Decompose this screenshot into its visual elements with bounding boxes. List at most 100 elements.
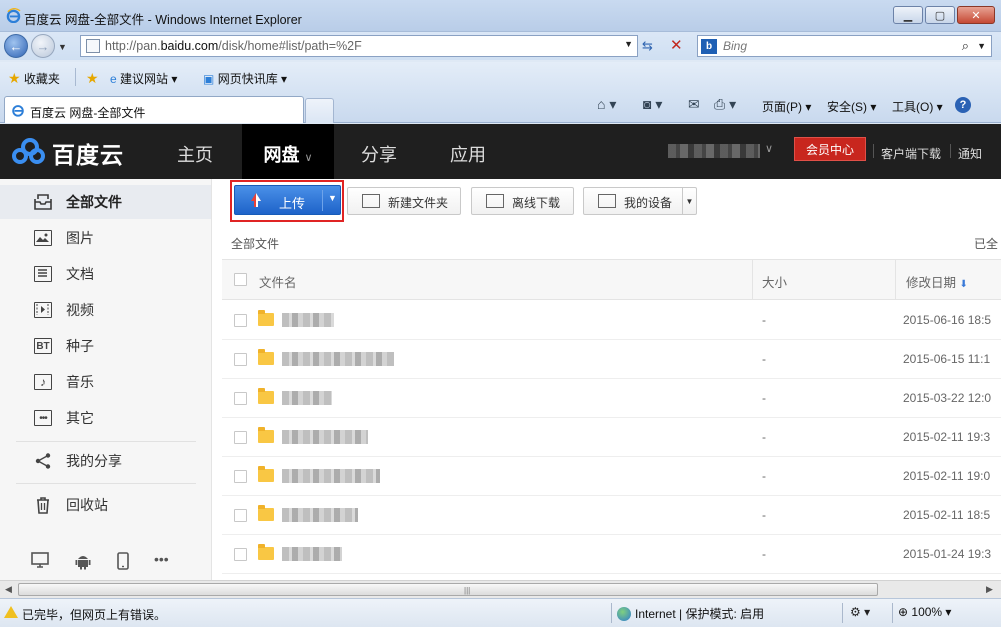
sort-desc-icon: ⬇ [959,279,968,290]
favorites-button[interactable]: ★ 收藏夹 [8,70,60,87]
user-menu-chevron-icon[interactable]: ∨ [765,142,773,155]
sidebar-item-torrents[interactable]: BT 种子 [0,329,211,363]
search-input[interactable]: b Bing ⌕ ▼ [697,35,992,57]
table-row[interactable]: - 2015-02-11 19:0 [222,457,1001,496]
sidebar-item-documents[interactable]: 文档 [0,257,211,291]
url-dropdown-icon[interactable]: ▼ [624,39,633,49]
close-window-button[interactable]: ✕ [957,6,995,24]
file-name-redacted[interactable] [282,469,380,483]
tab-baidu-pan[interactable]: 百度云 网盘-全部文件 [4,96,304,123]
row-checkbox[interactable] [234,470,247,483]
sidebar-item-other[interactable]: ••• 其它 [0,401,211,435]
file-name-redacted[interactable] [282,313,334,327]
sidebar-item-videos[interactable]: 视频 [0,293,211,327]
row-checkbox[interactable] [234,314,247,327]
maximize-button[interactable]: ▢ [925,6,955,24]
file-name-redacted[interactable] [282,391,332,405]
file-date: 2015-02-11 19:3 [903,430,991,444]
table-row[interactable]: - 2015-02-11 18:5 [222,496,1001,535]
select-all-checkbox[interactable] [234,273,247,286]
read-mail-icon[interactable]: ✉ [688,96,700,113]
my-devices-button[interactable]: 我的设备 ▼ [583,187,697,215]
safety-menu[interactable]: 安全(S) ▾ [827,98,876,115]
row-checkbox[interactable] [234,548,247,561]
cloud-logo-icon [12,138,46,168]
divider [895,260,896,299]
home-icon[interactable]: ⌂ ▾ [597,96,616,113]
row-checkbox[interactable] [234,431,247,444]
folder-icon [258,349,274,365]
breadcrumb-all-files[interactable]: 全部文件 [231,235,279,252]
file-name-redacted[interactable] [282,352,394,366]
vip-center-button[interactable]: 会员中心 [794,137,866,161]
popup-blocker-icon[interactable]: ⚙ ▾ [850,605,870,619]
warning-icon[interactable] [4,606,18,618]
sidebar-item-my-shares[interactable]: 我的分享 [0,444,211,478]
notifications-link[interactable]: 通知 [958,145,982,162]
column-header-size[interactable]: 大小 [762,272,787,291]
row-checkbox[interactable] [234,509,247,522]
print-icon[interactable]: ⎙ ▾ [714,96,736,113]
minimize-button[interactable]: ▁ [893,6,923,24]
table-row[interactable]: - 2015-06-16 18:5 [222,301,1001,340]
column-header-date[interactable]: 修改日期 ⬇ [906,272,968,291]
table-row[interactable]: - 2015-03-22 12:0 [222,379,1001,418]
new-folder-button[interactable]: 新建文件夹 [347,187,461,215]
nav-home[interactable]: 主页 [177,141,213,167]
column-header-name[interactable]: 文件名 [259,272,297,291]
table-row[interactable]: - 2015-02-11 19:3 [222,418,1001,457]
more-platforms-icon[interactable]: ••• [154,552,169,574]
file-name-redacted[interactable] [282,430,368,444]
client-download-link[interactable]: 客户端下载 [881,145,941,162]
zoom-level[interactable]: ⊕ 100% ▾ [898,605,951,619]
scroll-right-icon[interactable]: ▶ [986,584,993,595]
table-row[interactable]: - 2015-01-24 19:3 [222,535,1001,574]
scroll-left-icon[interactable]: ◀ [5,584,12,595]
security-zone[interactable]: Internet | 保护模式: 启用 [617,605,764,622]
back-button[interactable]: ← [4,34,28,58]
baidu-cloud-logo[interactable]: 百度云 [12,136,124,170]
nav-share[interactable]: 分享 [361,141,397,167]
ie-logo-icon [6,8,21,23]
upload-button[interactable]: 上传 ▼ [234,185,341,215]
favorites-star-icon: ★ [8,70,21,86]
new-tab-button[interactable] [305,98,334,123]
nav-netdisk[interactable]: 网盘 ∨ [242,124,334,179]
web-slice-gallery-link[interactable]: ▣ 网页快讯库 ▾ [203,70,287,87]
compat-view-icon[interactable]: ⇆ [642,38,653,54]
search-dropdown-icon[interactable]: ▼ [977,41,986,51]
file-name-redacted[interactable] [282,508,358,522]
sidebar-item-images[interactable]: 图片 [0,221,211,255]
offline-download-button[interactable]: 离线下载 [471,187,574,215]
desktop-icon[interactable] [30,552,50,574]
help-icon[interactable]: ? [955,97,971,113]
horizontal-scrollbar[interactable]: ◀ ||| ▶ [0,580,1001,598]
url-input[interactable]: http://pan.baidu.com/disk/home#list/path… [80,35,638,57]
tools-menu[interactable]: 工具(O) ▾ [892,98,943,115]
sidebar-item-all-files[interactable]: 全部文件 [0,185,211,219]
sidebar-item-recycle-bin[interactable]: 回收站 [0,488,211,522]
page-menu[interactable]: 页面(P) ▾ [762,98,811,115]
upload-dropdown-icon[interactable]: ▼ [328,193,337,203]
nav-apps[interactable]: 应用 [450,141,486,167]
scrollbar-thumb[interactable]: ||| [18,583,878,596]
devices-dropdown-icon[interactable]: ▼ [682,188,696,214]
android-icon[interactable] [74,552,92,574]
stop-icon[interactable]: ✕ [670,36,683,54]
add-favorite-icon[interactable]: ★ [86,70,99,87]
row-checkbox[interactable] [234,353,247,366]
rss-feed-icon[interactable]: ◙ ▾ [643,96,662,113]
suggested-sites-link[interactable]: e 建议网站 ▾ [110,70,177,87]
table-row[interactable]: - 2015-06-15 11:1 [222,340,1001,379]
forward-button[interactable]: → [31,34,55,58]
web-slice-icon: ▣ [203,72,215,86]
divider [950,144,951,158]
history-dropdown-icon[interactable]: ▼ [58,42,67,52]
sidebar-item-music[interactable]: ♪ 音乐 [0,365,211,399]
file-name-redacted[interactable] [282,547,342,561]
mobile-icon[interactable] [116,552,130,574]
divider [611,603,612,623]
username-redacted[interactable] [668,144,760,158]
row-checkbox[interactable] [234,392,247,405]
search-icon[interactable]: ⌕ [962,38,969,54]
